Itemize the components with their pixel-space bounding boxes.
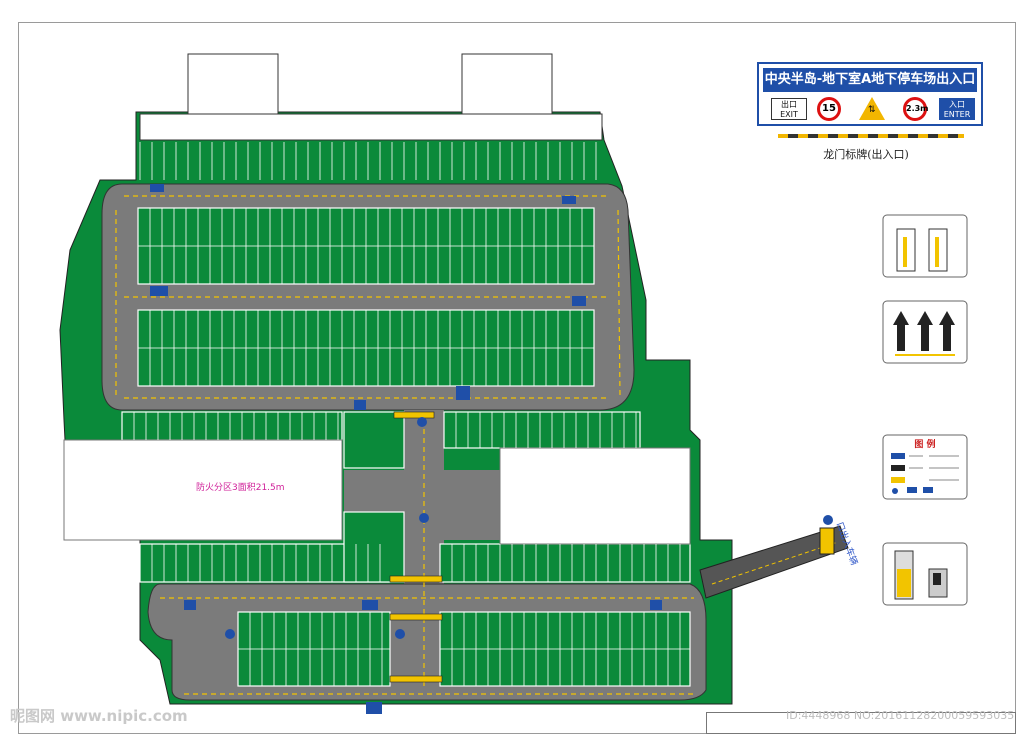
gate-detail-panel — [882, 214, 968, 278]
top-core-right — [461, 53, 553, 117]
hazard-stripe — [778, 134, 964, 138]
fire-zone-label: 防火分区3面积21.5m — [196, 483, 285, 493]
watermark-right: ID:4448968 NO:20161128200059593035 — [786, 709, 1015, 722]
bollard-detail-panel — [882, 542, 968, 606]
enter-label: 入口 ENTER — [939, 98, 975, 120]
height-limit-icon: 2.3m — [903, 97, 929, 121]
parking-block-7 — [343, 411, 405, 469]
ramp-barrier — [819, 527, 835, 555]
parking-block-9 — [343, 511, 405, 583]
gantry-sign: 中央半岛-地下室A地下停车场出入口 出口 EXIT 15 ⇅ 2.3m 入口 E… — [757, 62, 983, 126]
two-way-traffic-warning-icon: ⇅ — [859, 97, 885, 120]
service-area-right — [499, 447, 691, 545]
exit-label: 出口 EXIT — [771, 98, 807, 120]
parking-block-10 — [121, 411, 343, 441]
watermark-left: 昵图网 www.nipic.com — [10, 707, 188, 725]
legend-box: 图 例 — [883, 435, 967, 499]
top-core-left — [187, 53, 279, 117]
legend-title: 图 例 — [914, 440, 936, 450]
sign-icon-row: 出口 EXIT 15 ⇅ 2.3m 入口 ENTER — [765, 96, 977, 122]
sign-title: 中央半岛-地下室A地下停车场出入口 — [763, 68, 977, 92]
parking-block-6 — [439, 543, 691, 583]
parking-block-8 — [443, 411, 641, 449]
top-strip — [139, 113, 603, 141]
sign-caption: 龙门标牌(出入口) — [823, 148, 909, 161]
arrow-markings-panel — [882, 300, 968, 364]
speed-limit-icon: 15 — [817, 97, 841, 121]
